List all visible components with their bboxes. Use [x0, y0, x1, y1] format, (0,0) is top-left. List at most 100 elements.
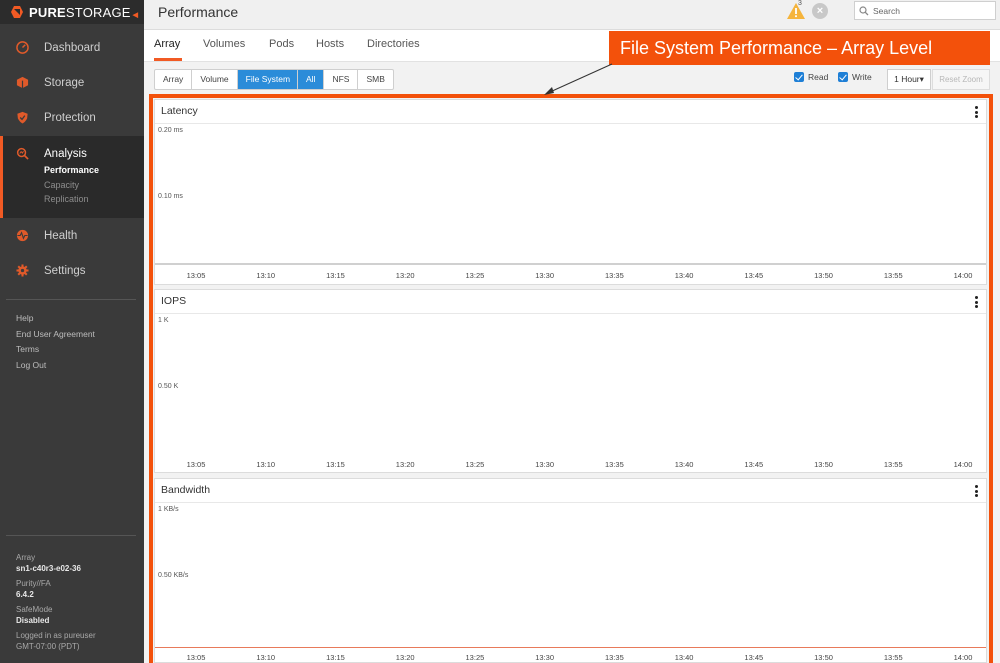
x-tick-label: 13:35 [604, 271, 624, 280]
protocol-smb-button[interactable]: SMB [358, 70, 392, 89]
tab-directories[interactable]: Directories [367, 38, 420, 50]
array-info: Array sn1-c40r3-e02-36 Purity//FA 6.4.2 … [16, 552, 96, 652]
terms-link[interactable]: Terms [16, 342, 95, 358]
more-options-icon[interactable] [975, 106, 978, 118]
more-options-icon[interactable] [975, 485, 978, 497]
time-range-dropdown[interactable]: 1 Hour▾ [887, 69, 931, 90]
purity-label: Purity//FA [16, 579, 51, 588]
sidebar-item-health[interactable]: Health [0, 218, 77, 253]
annotation-arrow-icon [544, 63, 613, 95]
close-icon[interactable]: × [812, 3, 828, 19]
x-tick-label: 13:30 [535, 653, 555, 662]
tab-array[interactable]: Array [154, 38, 180, 50]
sidebar-item-label: Settings [44, 264, 86, 277]
x-tick-label: 13:20 [395, 460, 415, 469]
latency-chart[interactable]: 0.20 ms 0.10 ms 13:05 13:10 13:15 13:20 13:2… [155, 125, 986, 285]
gear-icon [16, 264, 29, 277]
end-user-agreement-link[interactable]: End User Agreement [16, 327, 95, 343]
checkbox-checked-icon [838, 72, 848, 82]
scope-file-system-button[interactable]: File System [237, 70, 299, 89]
sidebar-item-storage[interactable]: Storage [0, 65, 84, 100]
safemode-status: Disabled [16, 616, 50, 625]
search-box[interactable] [854, 1, 996, 20]
sidebar-item-label: Dashboard [44, 41, 101, 54]
storage-icon [16, 76, 29, 89]
panel-title: Latency [161, 105, 198, 117]
y-axis-label-top: 1 K [158, 317, 169, 324]
analysis-subnav: Performance Capacity Replication [44, 163, 99, 207]
purity-version: 6.4.2 [16, 590, 34, 599]
iops-chart[interactable]: 1 K 0.50 K 13:05 13:10 13:15 13:20 13:25 13:3… [155, 315, 986, 473]
protocol-all-button[interactable]: All [298, 70, 325, 89]
bandwidth-chart[interactable]: 1 KB/s 0.50 KB/s 13:05 13:10 13:15 13:20 13:… [155, 504, 986, 663]
x-tick-label: 13:05 [186, 460, 206, 469]
write-checkbox[interactable]: Write [838, 72, 872, 82]
x-tick-label: 13:35 [604, 460, 624, 469]
tab-volumes[interactable]: Volumes [203, 38, 245, 50]
search-icon [859, 5, 869, 15]
scope-volume-button[interactable]: Volume [192, 70, 238, 89]
y-axis-label-top: 1 KB/s [158, 506, 179, 513]
read-checkbox[interactable]: Read [794, 72, 828, 82]
x-tick-label: 13:35 [604, 653, 624, 662]
search-input[interactable] [873, 5, 983, 16]
annotation-callout: File System Performance – Array Level [609, 31, 990, 65]
x-tick-label: 13:40 [674, 271, 694, 280]
array-label: Array [16, 553, 36, 562]
safemode-label: SafeMode [16, 605, 53, 614]
y-axis-label-mid: 0.50 KB/s [158, 572, 189, 579]
x-tick-label: 13:45 [744, 460, 764, 469]
page-title: Performance [158, 4, 239, 20]
timezone: GMT-07:00 (PDT) [16, 642, 80, 651]
x-tick-label: 14:00 [953, 653, 973, 662]
shield-icon [16, 111, 29, 124]
x-tick-label: 13:15 [326, 460, 345, 469]
x-tick-label: 13:55 [883, 653, 903, 662]
warning-icon[interactable] [786, 1, 806, 21]
pure-logo-icon [10, 5, 24, 19]
protocol-nfs-button[interactable]: NFS [324, 70, 359, 89]
logged-in-user: Logged in as pureuser [16, 631, 96, 640]
iops-panel: IOPS 1 K 0.50 K 13:05 13:10 13:15 13:20 13:2… [154, 289, 987, 473]
read-label: Read [808, 72, 829, 82]
x-tick-label: 13:45 [744, 271, 764, 280]
pure-storage-logo[interactable]: PURESTORAGE ◀ [0, 0, 144, 24]
panel-title: IOPS [161, 295, 187, 307]
x-tick-label: 13:10 [256, 460, 276, 469]
sidebar-item-dashboard[interactable]: Dashboard [0, 30, 100, 65]
help-link[interactable]: Help [16, 311, 95, 327]
tab-pods[interactable]: Pods [269, 38, 294, 50]
sidebar-item-protection[interactable]: Protection [0, 100, 96, 135]
x-tick-label: 13:55 [883, 460, 903, 469]
y-axis-label-mid: 0.10 ms [158, 193, 183, 200]
log-out-link[interactable]: Log Out [16, 358, 95, 374]
y-axis-label-top: 0.20 ms [158, 127, 183, 134]
sidebar-item-settings[interactable]: Settings [0, 253, 86, 288]
x-tick-label: 13:25 [465, 460, 485, 469]
top-header: Performance 3 × [144, 0, 1000, 30]
tab-hosts[interactable]: Hosts [316, 38, 344, 50]
sidebar-item-label: Analysis [44, 147, 87, 160]
sidebar-item-label: Storage [44, 76, 85, 89]
sidebar-divider [6, 535, 136, 536]
x-tick-label: 13:30 [535, 271, 555, 280]
x-tick-label: 13:15 [326, 653, 345, 662]
array-name: sn1-c40r3-e02-36 [16, 564, 81, 573]
x-tick-label: 13:10 [256, 271, 276, 280]
x-tick-label: 13:30 [535, 460, 555, 469]
bandwidth-panel: Bandwidth 1 KB/s 0.50 KB/s 13:05 13:10 13:… [154, 478, 987, 663]
dashboard-icon [16, 41, 29, 54]
protocol-selector: All NFS SMB [297, 69, 394, 90]
sidebar-links: Help End User Agreement Terms Log Out [16, 311, 95, 374]
scope-array-button[interactable]: Array [155, 70, 193, 89]
more-options-icon[interactable] [975, 296, 978, 308]
subnav-item-capacity[interactable]: Capacity [44, 178, 99, 193]
x-tick-label: 13:40 [674, 460, 694, 469]
subnav-item-replication[interactable]: Replication [44, 192, 99, 207]
subnav-item-performance[interactable]: Performance [44, 163, 99, 178]
sidebar-item-label: Health [44, 229, 78, 242]
x-tick-label: 13:25 [465, 653, 485, 662]
panel-title: Bandwidth [161, 484, 211, 496]
checkbox-checked-icon [794, 72, 804, 82]
reset-zoom-button[interactable]: Reset Zoom [932, 69, 990, 90]
